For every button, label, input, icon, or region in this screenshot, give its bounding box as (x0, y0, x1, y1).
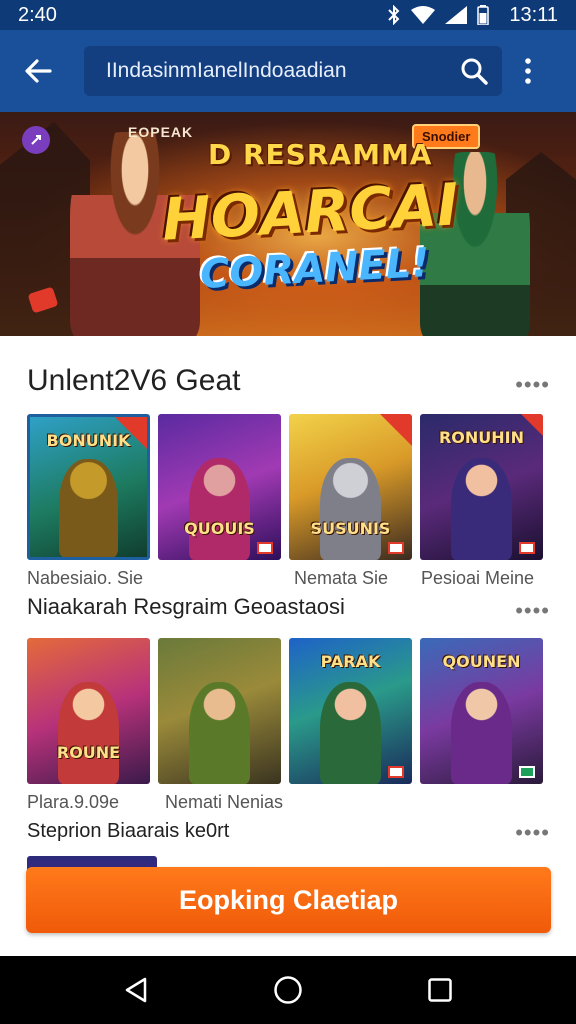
nav-back-button[interactable] (106, 960, 166, 1020)
game-card-art (319, 457, 382, 560)
status-bar: 2:40 13:11 (0, 0, 576, 30)
game-caption: Pesioai Meine (421, 568, 535, 588)
game-card-art (450, 681, 513, 784)
game-card-art (188, 681, 251, 784)
game-card-art (57, 681, 120, 784)
badge-ribbon-icon (380, 414, 412, 446)
nav-home-button[interactable] (258, 960, 318, 1020)
section-more-button[interactable]: •••• (515, 372, 550, 398)
app-bar (0, 30, 576, 112)
nav-recents-icon (428, 978, 452, 1002)
section-title: Niaakarah Resgraim Geoastaosi (27, 594, 345, 619)
game-card-title: PARAK (320, 652, 381, 671)
hero-brand: EOPEAK (128, 124, 194, 140)
game-card-title: QOUNEN (442, 652, 521, 671)
wifi-icon (411, 6, 436, 24)
section-title: Unlent2V6 Geat (27, 364, 241, 397)
search-button[interactable] (446, 46, 502, 96)
game-row: BONUNIK QUOUIS SUSUNIS RONUHIN (27, 414, 551, 560)
status-icons: 13:11 (387, 4, 558, 27)
game-card[interactable] (158, 638, 281, 784)
game-card-art (188, 457, 251, 560)
search-input[interactable] (106, 59, 446, 83)
game-card-title: QUOUIS (184, 519, 255, 538)
game-caption: Plara.9.09e (27, 792, 120, 812)
badge-chip-icon (388, 766, 404, 778)
hero-banner[interactable]: EOPEAK Snodier D RESRAMMA HOARCAI CORANE… (0, 112, 576, 336)
navigation-bar (0, 956, 576, 1024)
back-button[interactable] (12, 45, 64, 97)
game-caption: Nemata Sie (294, 568, 389, 588)
game-card[interactable]: SUSUNIS (289, 414, 412, 560)
battery-icon (477, 5, 490, 25)
game-card-art (450, 457, 513, 560)
game-card[interactable]: RONUHIN (420, 414, 543, 560)
game-caption: Nemati Nenias (165, 792, 284, 812)
game-caption: Nabesiaio. Sie (27, 568, 144, 588)
status-time-left: 2:40 (18, 3, 57, 26)
game-card-title: RONUHIN (438, 428, 525, 447)
game-card[interactable]: PARAK (289, 638, 412, 784)
badge-chip-icon (519, 542, 535, 554)
search-box (84, 46, 502, 96)
signal-icon (445, 6, 468, 24)
more-options-button[interactable] (510, 45, 546, 97)
nav-home-icon (274, 976, 302, 1004)
hero-app-badge-icon (22, 126, 50, 154)
bluetooth-icon (387, 5, 401, 25)
section-more-button[interactable]: •••• (515, 598, 550, 624)
game-card-title: SUSUNIS (310, 519, 391, 538)
game-card-art (319, 681, 382, 784)
section-title: Steprion Biaarais ke0rt (27, 820, 230, 842)
game-card[interactable]: BONUNIK (27, 414, 150, 560)
game-card[interactable]: ROUNE (27, 638, 150, 784)
nav-back-icon (125, 977, 147, 1003)
content: Unlent2V6 Geat •••• BONUNIK QUOUIS SUSUN… (0, 336, 576, 956)
hero-title-line1: D RESRAMMA (208, 138, 433, 171)
badge-chip-icon (257, 542, 273, 554)
badge-chip-icon (519, 766, 535, 778)
game-row: ROUNE PARAK QOUNEN (27, 638, 551, 784)
game-card-title: ROUNE (56, 743, 121, 762)
nav-recents-button[interactable] (410, 960, 470, 1020)
status-time-right: 13:11 (509, 3, 558, 26)
back-arrow-icon (25, 59, 52, 83)
game-card-art (59, 459, 118, 557)
more-vertical-icon (525, 58, 531, 84)
game-card[interactable]: QUOUIS (158, 414, 281, 560)
search-icon (461, 58, 488, 85)
game-card[interactable]: QOUNEN (420, 638, 543, 784)
cta-button[interactable]: Eopking Claetiap (26, 867, 551, 933)
badge-chip-icon (388, 542, 404, 554)
game-card-title: BONUNIK (46, 431, 131, 450)
section-more-button[interactable]: •••• (515, 820, 550, 846)
